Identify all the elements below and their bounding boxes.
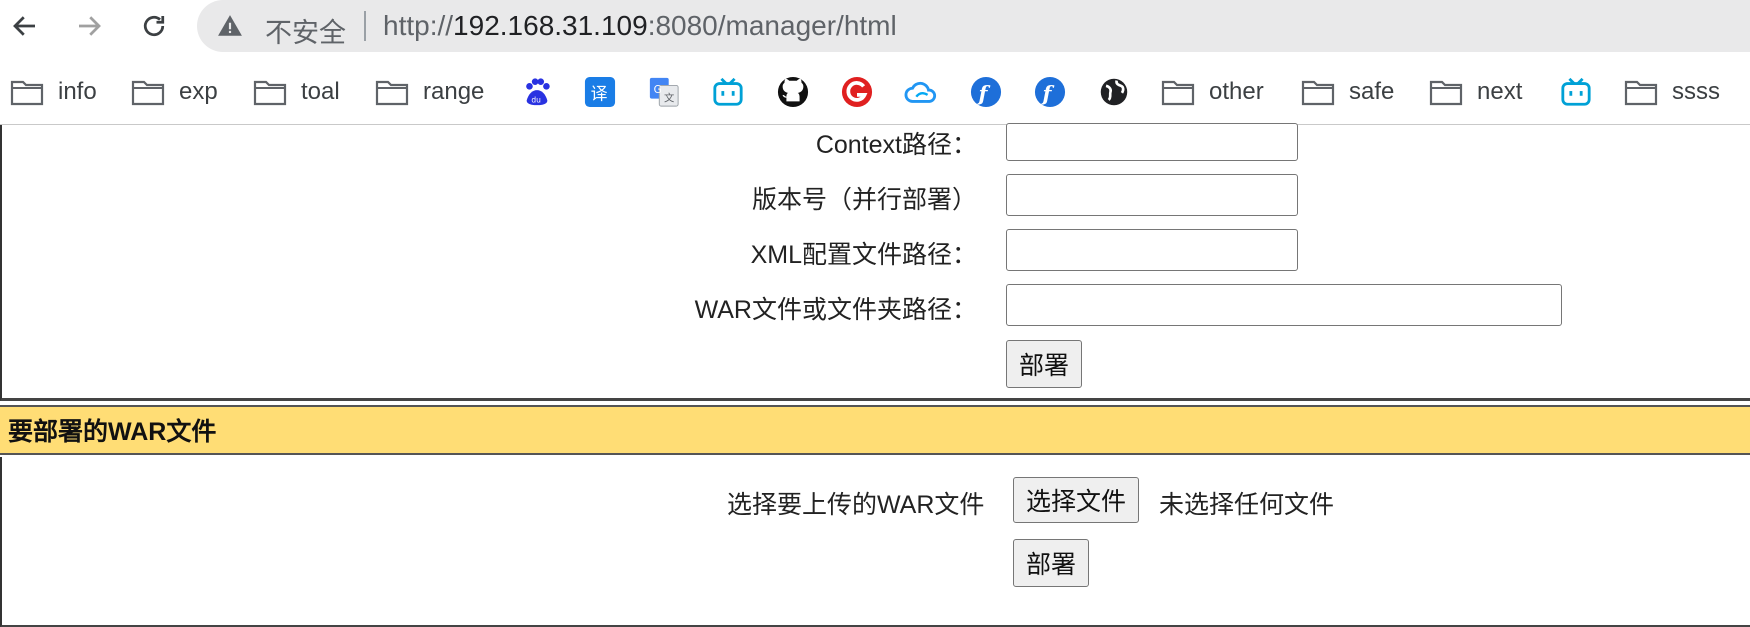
bookmarks-bar: info exp toal range du 译 G文 f f other sa… [0,60,1750,125]
bookmark-folder-other[interactable]: other [1161,60,1264,124]
svg-text:du: du [531,95,541,104]
bilibili-icon [1559,75,1593,109]
upload-war-label: 选择要上传的WAR文件 [727,491,985,519]
g-red-icon [840,75,874,109]
version-input[interactable] [1006,174,1298,216]
bookmark-label: range [423,78,485,105]
warning-icon [218,15,242,36]
bookmark-label: info [58,78,97,105]
forward-button[interactable] [69,6,109,46]
xml-config-label: XML配置文件路径： [750,241,977,269]
f-blue-icon: f [1033,75,1067,109]
xml-config-input[interactable] [1006,229,1298,271]
folder-icon [1624,80,1658,106]
back-arrow-icon [13,16,35,36]
bookmark-bilibili[interactable] [711,60,745,124]
bookmark-folder-safe[interactable]: safe [1301,60,1394,124]
war-upload-form: 选择要上传的WAR文件 选择文件 未选择任何文件 部署 [0,457,1750,627]
choose-file-button[interactable]: 选择文件 [1013,477,1140,523]
forward-arrow-icon [79,16,101,36]
bookmark-cloud[interactable] [904,60,938,124]
bookmark-baidu[interactable]: du [520,60,554,124]
back-button[interactable] [5,6,45,46]
bookmark-label: exp [179,78,218,105]
cloud-icon [904,75,938,109]
svg-text:G: G [654,84,662,96]
version-label: 版本号（并行部署） [751,186,977,214]
bookmark-g-red[interactable] [840,60,874,124]
section-header-war-upload: 要部署的WAR文件 [0,405,1750,455]
folder-icon [253,80,287,106]
bookmark-folder-info[interactable]: info [10,60,97,124]
war-path-label: WAR文件或文件夹路径： [694,296,977,324]
svg-text:文: 文 [664,91,674,104]
bookmark-folder-exp[interactable]: exp [131,60,218,124]
context-path-input[interactable] [1006,123,1298,161]
browser-toolbar: 不安全 http://192.168.31.109:8080/manager/h… [0,0,1750,52]
url-text[interactable]: http://192.168.31.109:8080/manager/html [383,10,897,42]
upload-deploy-button[interactable]: 部署 [1013,539,1090,587]
bookmark-google-translate[interactable]: G文 [647,60,681,124]
bookmark-label: other [1209,78,1264,105]
f-blue-icon: f [969,75,1003,109]
folder-icon [375,80,409,106]
bookmark-folder-range[interactable]: range [375,60,484,124]
folder-icon [10,80,44,106]
bookmark-github[interactable] [776,60,810,124]
bookmark-f-blue[interactable]: f [969,60,1003,124]
bookmark-folder-ssss[interactable]: ssss [1624,60,1720,124]
bookmark-folder-toal[interactable]: toal [253,60,340,124]
bookmark-folder-next[interactable]: next [1429,60,1522,124]
bookmark-label: ssss [1672,78,1720,105]
translate-icon: 译 [583,75,617,109]
url-host: 192.168.31.109 [453,10,648,41]
folder-icon [1161,80,1195,106]
reload-icon [143,15,165,37]
war-path-input[interactable] [1006,284,1562,326]
bookmark-label: toal [301,78,340,105]
url-scheme: http:// [383,10,454,41]
folder-icon [1301,80,1335,106]
address-bar[interactable]: 不安全 http://192.168.31.109:8080/manager/h… [197,0,1750,52]
bookmark-translate[interactable]: 译 [583,60,617,124]
bookmark-f-blue-2[interactable]: f [1033,60,1067,124]
google-translate-icon: G文 [647,75,681,109]
security-status[interactable]: 不安全 [265,11,346,50]
url-path: :8080/manager/html [647,10,897,41]
svg-text:译: 译 [591,84,608,104]
bilibili-icon [711,75,745,109]
omnibox-separator [364,11,366,41]
manager-page: Context路径： 版本号（并行部署） XML配置文件路径： WAR文件或文件… [0,123,1750,627]
deploy-directory-form: Context路径： 版本号（并行部署） XML配置文件路径： WAR文件或文件… [0,123,1750,401]
context-path-label: Context路径： [815,131,977,159]
bookmark-globe[interactable] [1097,60,1131,124]
no-file-selected-text: 未选择任何文件 [1159,491,1335,519]
reload-button[interactable] [134,6,174,46]
bookmark-label: safe [1349,78,1395,105]
bookmark-label: next [1477,78,1523,105]
folder-icon [1429,80,1463,106]
deploy-button[interactable]: 部署 [1006,340,1083,388]
globe-icon [1097,75,1131,109]
github-icon [776,75,810,109]
folder-icon [131,80,165,106]
bookmark-bilibili-2[interactable] [1559,60,1593,124]
baidu-icon: du [520,75,554,109]
